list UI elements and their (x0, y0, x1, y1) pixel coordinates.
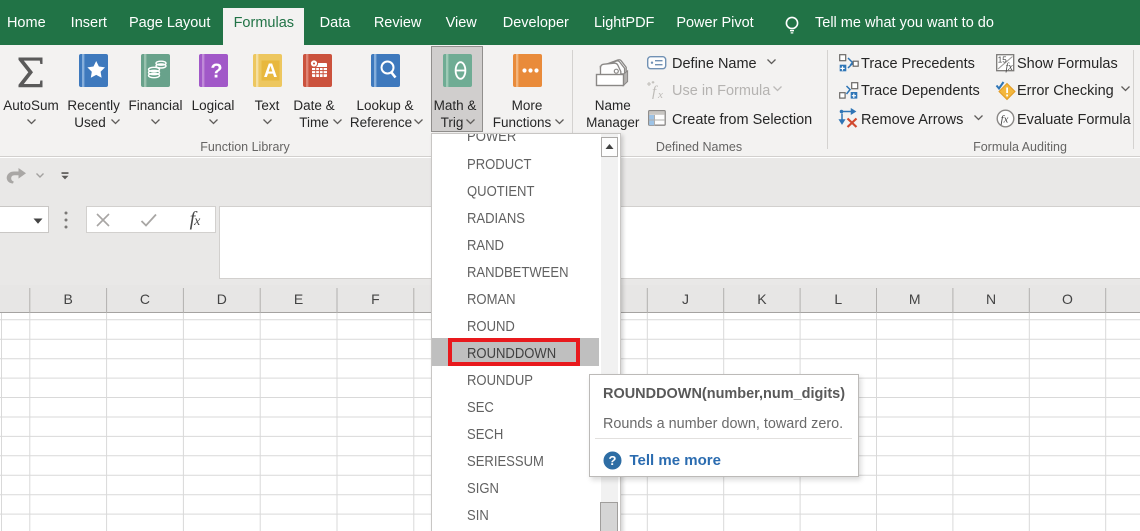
svg-text:x: x (657, 89, 663, 101)
svg-text:fx: fx (1006, 62, 1014, 73)
svg-text:fx: fx (1001, 114, 1009, 126)
svg-text:A: A (263, 61, 277, 82)
svg-text:?: ? (608, 453, 616, 468)
svg-text:?: ? (210, 61, 222, 83)
